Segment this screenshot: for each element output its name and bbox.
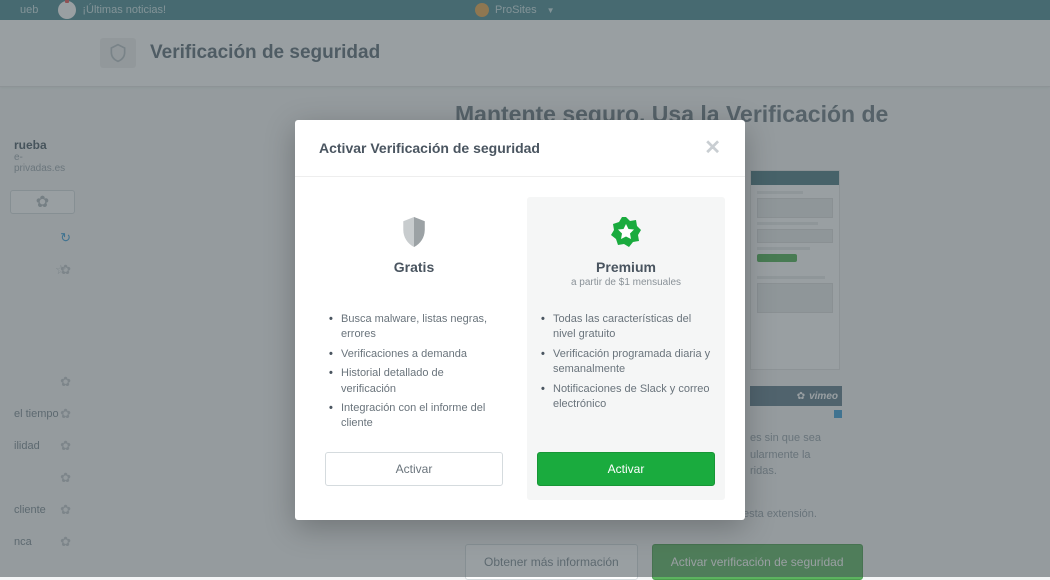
plan-name: Premium [537, 259, 715, 275]
feature-item: Verificación programada diaria y semanal… [541, 345, 711, 380]
modal-header: Activar Verificación de seguridad ✕ [295, 120, 745, 177]
close-icon[interactable]: ✕ [704, 138, 721, 158]
feature-item: Historial detallado de verificación [329, 364, 499, 399]
plan-sub: a partir de $1 mensuales [537, 277, 715, 288]
modal-body: Gratis Busca malware, listas negras, err… [295, 177, 745, 520]
plan-name: Gratis [325, 259, 503, 275]
free-plan: Gratis Busca malware, listas negras, err… [315, 197, 513, 500]
feature-item: Integración con el informe del cliente [329, 399, 499, 434]
feature-item: Notificaciones de Slack y correo electró… [541, 380, 711, 415]
feature-item: Busca malware, listas negras, errores [329, 310, 499, 345]
premium-badge-icon [537, 217, 715, 247]
feature-item: Verificaciones a demanda [329, 345, 499, 364]
feature-item: Todas las características del nivel grat… [541, 310, 711, 345]
shield-icon [325, 217, 503, 247]
modal-title: Activar Verificación de seguridad [319, 140, 540, 156]
feature-list: Busca malware, listas negras, errores Ve… [325, 310, 503, 434]
plan-sub [325, 277, 503, 288]
premium-plan: Premium a partir de $1 mensuales Todas l… [527, 197, 725, 500]
activate-free-button[interactable]: Activar [325, 452, 503, 486]
activation-modal: Activar Verificación de seguridad ✕ Grat… [295, 120, 745, 520]
activate-premium-button[interactable]: Activar [537, 452, 715, 486]
feature-list: Todas las características del nivel grat… [537, 310, 715, 434]
